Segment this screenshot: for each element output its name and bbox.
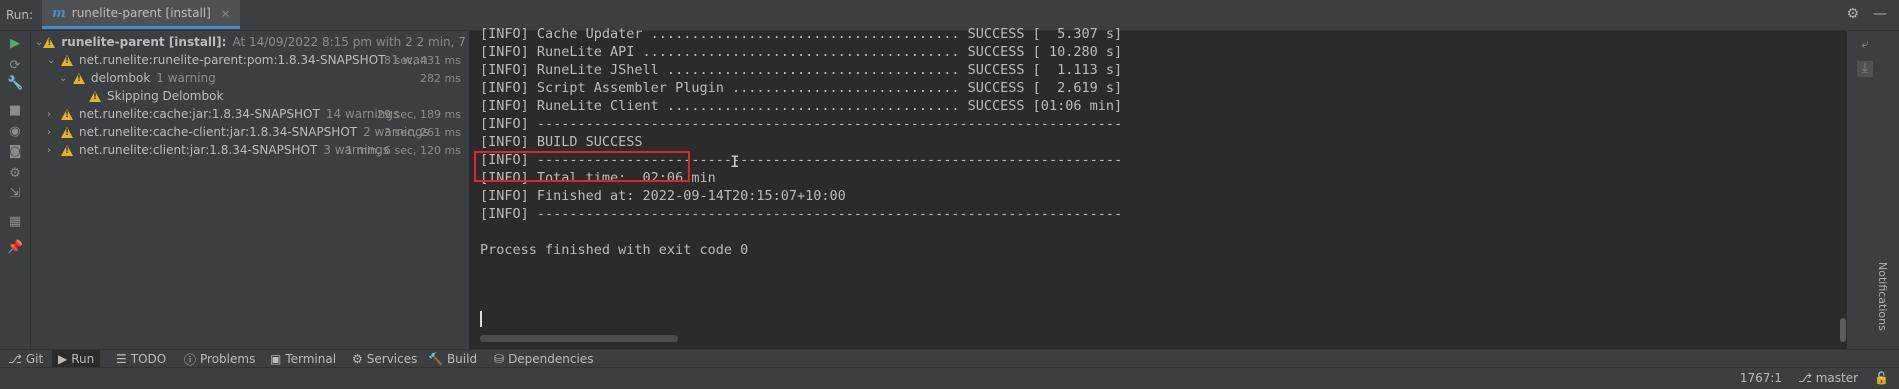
tab-dependencies[interactable]: ⛁ Dependencies — [494, 350, 593, 368]
tab-title: runelite-parent [install] — [71, 6, 211, 20]
run-actions-toolbar: ▶ ⟳ 🔧 ■ ◉ ◙ ⚙ ⇲ ▦ 📌 — [0, 31, 31, 349]
close-icon[interactable]: × — [221, 7, 230, 20]
tab-todo[interactable]: ☰ TODO — [116, 350, 166, 368]
services-icon: ⚙ — [352, 352, 363, 366]
dependencies-icon: ⛁ — [494, 352, 505, 366]
warning-icon — [61, 108, 73, 120]
tab-problems[interactable]: ⓘ Problems — [184, 350, 255, 368]
console-line: [INFO] ---------------------------------… — [480, 206, 1123, 222]
chevron-down-icon[interactable]: ⌄ — [35, 37, 43, 48]
lock-icon[interactable]: 🔓 — [1874, 371, 1889, 385]
hammer-icon: 🔨 — [428, 352, 443, 366]
chevron-down-icon[interactable]: ⌄ — [59, 73, 73, 84]
tab-build[interactable]: 🔨 Build — [428, 350, 477, 368]
minimize-icon[interactable]: — — [1873, 6, 1887, 22]
layout-icon[interactable]: ▦ — [7, 214, 23, 230]
branch-name: master — [1815, 371, 1859, 385]
gear-icon[interactable]: ⚙ — [1846, 6, 1859, 22]
tool-window-bar: ⎇ Git ▶ Run ☰ TODO ⓘ Problems ▣ Terminal… — [0, 349, 1899, 368]
right-toolbar: ⤶ ⤓ — [1847, 31, 1899, 349]
notifications-tab[interactable]: Notifications — [1876, 262, 1889, 331]
warning-icon — [61, 126, 73, 138]
play-icon: ▶ — [58, 352, 68, 366]
info-icon: ⓘ — [184, 352, 197, 367]
rerun-failed-icon[interactable]: ⟳ — [7, 58, 23, 74]
list-icon: ☰ — [116, 352, 127, 366]
git-branch-widget[interactable]: ⎇ master — [1798, 371, 1858, 385]
chevron-right-icon[interactable]: › — [47, 109, 61, 120]
tab-runelite-parent-install[interactable]: m runelite-parent [install] × — [42, 0, 241, 29]
horizontal-scrollbar[interactable] — [480, 335, 678, 342]
tab-services[interactable]: ⚙ Services — [352, 350, 417, 368]
warning-icon — [89, 90, 101, 102]
chevron-down-icon[interactable]: ⌄ — [47, 55, 61, 66]
camera-icon[interactable]: ◙ — [7, 144, 23, 160]
git-branch-icon: ⎇ — [8, 352, 22, 366]
status-bar: 1767:1 ⎇ master 🔓 — [0, 367, 1899, 389]
ibeam-cursor-icon: I — [730, 152, 740, 171]
eye-icon[interactable]: ◉ — [7, 124, 23, 140]
terminal-icon: ▣ — [270, 352, 282, 366]
tree-row[interactable]: › net.runelite:client:jar:1.8.34-SNAPSHO… — [47, 139, 469, 161]
warning-icon — [61, 54, 73, 66]
warning-icon — [73, 72, 85, 84]
highlight-box — [474, 151, 690, 182]
wrench-icon[interactable]: 🔧 — [7, 76, 23, 92]
export-icon[interactable]: ⇲ — [7, 186, 23, 202]
chevron-right-icon[interactable]: › — [47, 145, 61, 156]
vertical-scrollbar[interactable] — [1840, 318, 1846, 342]
caret-position[interactable]: 1767:1 — [1740, 371, 1782, 385]
build-tree: ⌄ runelite-parent [install]: At 14/09/20… — [31, 31, 542, 349]
tab-run[interactable]: ▶ Run — [52, 350, 101, 368]
warning-icon — [61, 144, 73, 156]
git-branch-icon: ⎇ — [1798, 371, 1812, 385]
settings-icon[interactable]: ⚙ — [7, 166, 23, 182]
scroll-to-end-icon[interactable]: ⤓ — [1857, 61, 1873, 77]
console-line-exit-code: Process finished with exit code 0 — [480, 242, 749, 258]
soft-wrap-icon[interactable]: ⤶ — [1857, 37, 1873, 53]
run-label: Run: — [6, 8, 34, 22]
chevron-right-icon[interactable]: › — [47, 127, 61, 138]
text-caret — [480, 311, 482, 327]
pin-icon[interactable]: 📌 — [7, 240, 23, 256]
tab-terminal[interactable]: ▣ Terminal — [270, 350, 336, 368]
warning-icon — [43, 36, 56, 48]
console-output[interactable]: [INFO] Cache Updater ...................… — [470, 26, 1839, 349]
maven-icon: m — [52, 5, 66, 21]
stop-icon[interactable]: ■ — [7, 103, 23, 119]
rerun-icon[interactable]: ▶ — [7, 36, 23, 52]
tab-git[interactable]: ⎇ Git — [8, 350, 43, 368]
